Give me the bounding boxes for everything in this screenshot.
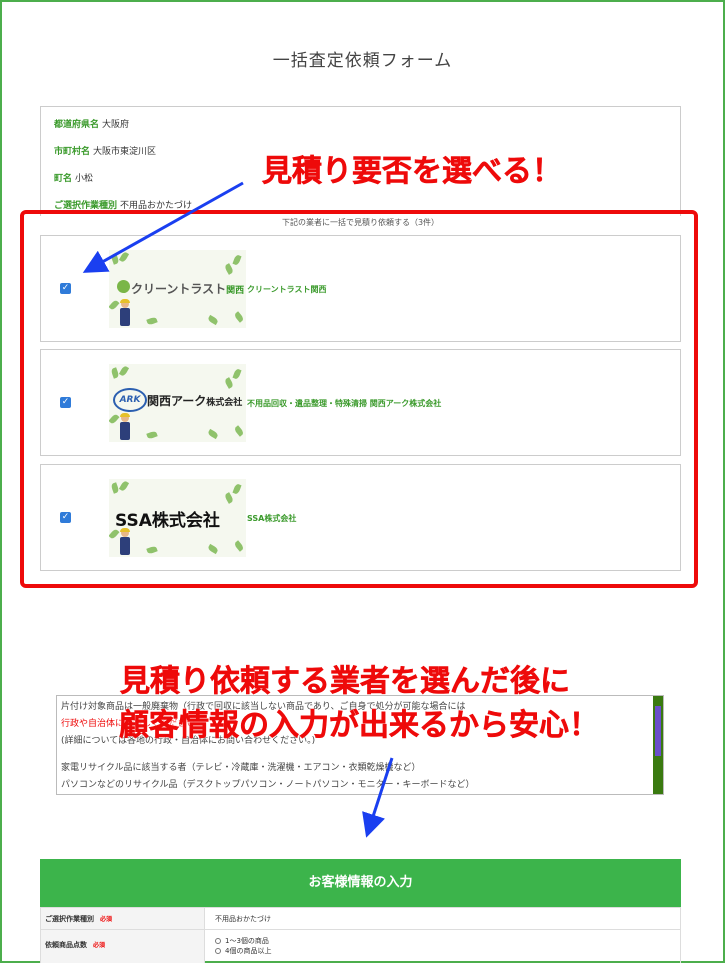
info-label: 市町村名 xyxy=(54,147,91,157)
info-row-prefecture: 都道府県名 大阪府 xyxy=(54,117,667,130)
annotation-middle-line2: 顧客情報の入力が出来るから安心！ xyxy=(119,708,600,744)
radio-icon[interactable] xyxy=(215,938,221,944)
notice-scrollbar[interactable] xyxy=(653,696,663,794)
notice-scroll-thumb[interactable] xyxy=(655,706,661,756)
form-row-item-count: 依頼商品点数 必須 1〜3個の商品 4個の商品以上 xyxy=(41,929,680,963)
info-value: 小松 xyxy=(75,174,94,184)
customer-info-header: お客様情報の入力 xyxy=(40,859,681,907)
radio-option[interactable]: 1〜3個の商品 xyxy=(215,936,271,946)
info-value: 大阪府 xyxy=(102,120,130,130)
radio-option[interactable]: 4個の商品以上 xyxy=(215,946,271,956)
form-value: 不用品おかたづけ xyxy=(215,915,271,923)
form-label: ご選択作業種別 必須 xyxy=(41,908,205,929)
form-row-work-type: ご選択作業種別 必須 不用品おかたづけ xyxy=(41,907,680,929)
annotation-top: 見積り要否を選べる！ xyxy=(262,154,563,190)
form-options: 1〜3個の商品 4個の商品以上 xyxy=(205,930,281,963)
info-value: 大阪市東淀川区 xyxy=(93,147,157,157)
notice-line: パソコンなどのリサイクル品（デスクトップパソコン・ノートパソコン・モニター・キー… xyxy=(61,780,475,790)
customer-form-table: ご選択作業種別 必須 不用品おかたづけ 依頼商品点数 必須 1〜3個の商品 4個の商… xyxy=(40,907,681,963)
required-badge: 必須 xyxy=(93,942,106,949)
form-label: 依頼商品点数 必須 xyxy=(41,930,205,963)
page-title: 一括査定依頼フォーム xyxy=(272,51,453,71)
annotation-middle-line1: 見積り依頼する業者を選んだ後に xyxy=(120,664,571,700)
info-label: 町名 xyxy=(54,174,73,184)
radio-icon[interactable] xyxy=(215,948,221,954)
info-label: 都道府県名 xyxy=(54,120,100,130)
highlight-frame xyxy=(20,210,698,588)
required-badge: 必須 xyxy=(100,916,113,923)
notice-line: 家電リサイクル品に該当する者（テレビ・冷蔵庫・洗濯機・エアコン・衣類乾燥機など） xyxy=(61,763,421,773)
